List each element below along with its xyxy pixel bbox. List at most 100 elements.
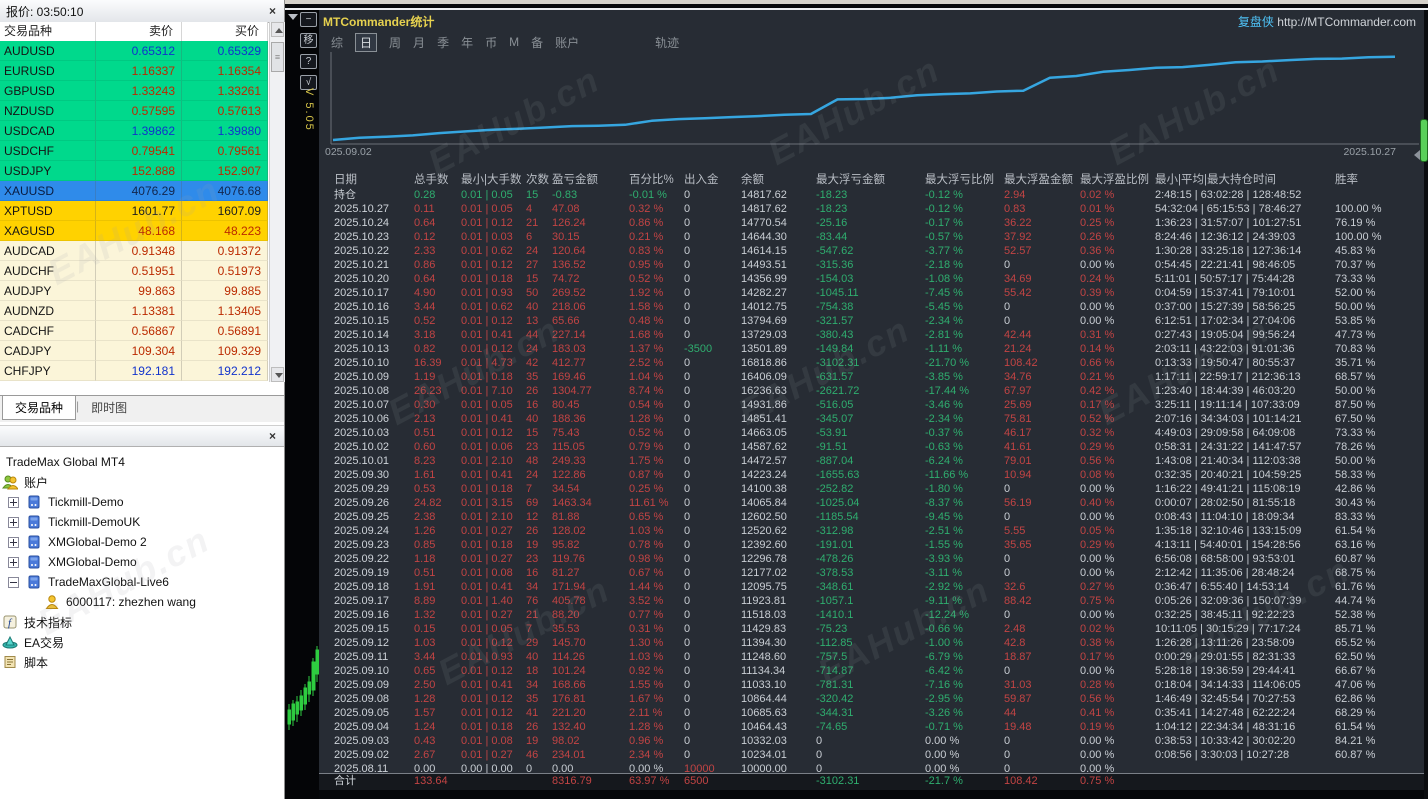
tree-item-label: TradeMaxGlobal-Live6 — [42, 575, 169, 589]
cell: 15 — [526, 272, 552, 286]
expand-icon[interactable] — [8, 557, 19, 568]
minimize-button[interactable]: − — [300, 12, 317, 27]
quote-row[interactable]: USDCHF0.795410.79561 — [0, 141, 268, 161]
cell: 8:24:46 | 12:36:12 | 24:39:03 — [1155, 230, 1335, 244]
menu-item-5[interactable]: 年 — [461, 34, 473, 51]
tab-tick-chart[interactable]: 即时图 — [79, 396, 139, 419]
collapse-arrow-icon[interactable] — [288, 14, 298, 20]
tree-item-ea[interactable]: EA交易 — [0, 632, 284, 652]
tab-symbols[interactable]: 交易品种 — [2, 396, 76, 420]
broker-root-label[interactable]: TradeMax Global MT4 — [6, 455, 125, 469]
menu-item-4[interactable]: 季 — [437, 34, 449, 51]
quote-row[interactable]: GBPUSD1.332431.33261 — [0, 81, 268, 101]
quote-row[interactable]: CADCHF0.568670.56891 — [0, 321, 268, 341]
expand-icon[interactable] — [8, 497, 19, 508]
cell: 2.67 — [414, 748, 461, 762]
quote-buy-price: 192.212 — [182, 361, 268, 381]
cell: 2025.09.02 — [334, 748, 414, 762]
quote-row[interactable]: CHFJPY192.181192.212 — [0, 361, 268, 381]
menu-item-track[interactable]: 轨迹 — [655, 34, 679, 51]
menu-item-3[interactable]: 月 — [413, 34, 425, 51]
cell: -12.24 % — [925, 608, 1004, 622]
close-icon[interactable]: × — [267, 429, 278, 443]
quote-buy-price: 1.39880 — [182, 121, 268, 141]
quote-row[interactable]: AUDNZD1.133811.13405 — [0, 301, 268, 321]
quote-symbol: AUDCHF — [0, 261, 96, 281]
tree-item-server[interactable]: TradeMaxGlobal-Live6 — [0, 572, 284, 592]
quote-buy-price: 0.91372 — [182, 241, 268, 261]
tree-item-script[interactable]: 脚本 — [0, 652, 284, 672]
tree-item-server[interactable]: XMGlobal-Demo 2 — [0, 532, 284, 552]
expand-icon[interactable] — [8, 537, 19, 548]
tree-item-account[interactable]: 6000117: zhezhen wang — [0, 592, 284, 612]
cell: 0:08:43 | 11:04:10 | 18:09:34 — [1155, 510, 1335, 524]
scroll-up-icon[interactable] — [271, 22, 284, 37]
tree-item-server[interactable]: Tickmill-DemoUK — [0, 512, 284, 532]
table-row: 2025.09.041.240.01 | 0.1826132.401.28 %0… — [319, 720, 1424, 734]
quotes-col-buy[interactable]: 买价 — [182, 22, 268, 41]
quote-row[interactable]: AUDUSD0.653120.65329 — [0, 41, 268, 61]
tree-item-label: Tickmill-DemoUK — [42, 515, 140, 529]
tree-item-root[interactable]: TradeMax Global MT4 — [0, 452, 284, 472]
quotes-col-sell[interactable]: 卖价 — [96, 22, 182, 41]
menu-item-1[interactable]: 日 — [355, 33, 377, 52]
cell: -631.57 — [816, 370, 925, 384]
cell: 2025.09.05 — [334, 706, 414, 720]
quote-row[interactable]: XPTUSD1601.771607.09 — [0, 201, 268, 221]
tree-item-indicator[interactable]: f技术指标 — [0, 612, 284, 632]
menu-item-9[interactable]: 账户 — [555, 34, 579, 51]
help-button[interactable]: ? — [300, 54, 317, 69]
menu-item-8[interactable]: 备 — [531, 34, 543, 51]
quote-row[interactable]: XAUUSD4076.294076.68 — [0, 181, 268, 201]
cell: 0.01 | 0.18 — [461, 370, 526, 384]
scroll-down-icon[interactable] — [271, 367, 284, 382]
quotes-col-symbol[interactable]: 交易品种 — [0, 22, 96, 41]
table-row: 2025.10.030.510.01 | 0.121575.430.52 %01… — [319, 426, 1424, 440]
quote-row[interactable]: CADJPY109.304109.329 — [0, 341, 268, 361]
quote-symbol: XAGUSD — [0, 221, 96, 241]
quote-row[interactable]: XAGUSD48.16848.223 — [0, 221, 268, 241]
cell: 0 — [1004, 664, 1080, 678]
quote-row[interactable]: AUDCAD0.913480.91372 — [0, 241, 268, 261]
tree-item-server[interactable]: XMGlobal-Demo — [0, 552, 284, 572]
open-positions-row: 持仓0.280.01 | 0.0515-0.83-0.01 %014817.62… — [319, 188, 1424, 202]
cell: 2025.10.13 — [334, 342, 414, 356]
total-cell: 108.42 — [1004, 774, 1080, 788]
quote-row[interactable]: USDJPY152.888152.907 — [0, 161, 268, 181]
tree-item-label: 6000117: zhezhen wang — [60, 595, 196, 609]
expand-icon[interactable] — [8, 517, 19, 528]
close-icon[interactable]: × — [267, 4, 278, 18]
quote-row[interactable]: USDCAD1.398621.39880 — [0, 121, 268, 141]
edge-scrollbar-thumb[interactable] — [1420, 119, 1428, 162]
panel-collapse-icon[interactable] — [1414, 150, 1420, 160]
cell: 1.61 — [414, 468, 461, 482]
menu-item-7[interactable]: M — [509, 35, 519, 49]
cell: 0:36:47 | 6:55:40 | 14:53:14 — [1155, 580, 1335, 594]
cell: -348.61 — [816, 580, 925, 594]
menu-item-2[interactable]: 周 — [389, 34, 401, 51]
menu-item-6[interactable]: 币 — [485, 34, 497, 51]
quote-row[interactable]: AUDJPY99.86399.885 — [0, 281, 268, 301]
menu-item-0[interactable]: 综 — [331, 34, 343, 51]
move-button[interactable]: 移 — [300, 33, 317, 48]
cell: -2621.72 — [816, 384, 925, 398]
cell: 221.20 — [552, 706, 629, 720]
collapse-icon[interactable] — [8, 577, 19, 588]
cell: 50 — [526, 286, 552, 300]
scrollbar-thumb[interactable]: ≡ — [271, 42, 284, 72]
cell: 10000 — [684, 762, 741, 773]
cell: 0 — [1004, 566, 1080, 580]
cell: 4.90 — [414, 286, 461, 300]
cell: -0.01 % — [629, 188, 684, 202]
quote-row[interactable]: EURUSD1.163371.16354 — [0, 61, 268, 81]
cell: 63.16 % — [1335, 538, 1424, 552]
cell: -3.11 % — [925, 566, 1004, 580]
tree-item-server[interactable]: Tickmill-Demo — [0, 492, 284, 512]
quote-row[interactable]: AUDCHF0.519510.51973 — [0, 261, 268, 281]
quote-row[interactable]: NZDUSD0.575950.57613 — [0, 101, 268, 121]
cell: 0.28 % — [1080, 678, 1155, 692]
brand-link[interactable]: 复盘侠 http://MTCommander.com — [1238, 13, 1416, 30]
cell: 14817.62 — [741, 188, 816, 202]
quotes-scrollbar[interactable]: ≡ — [269, 22, 285, 382]
tree-item-accounts[interactable]: 账户 — [0, 472, 284, 492]
